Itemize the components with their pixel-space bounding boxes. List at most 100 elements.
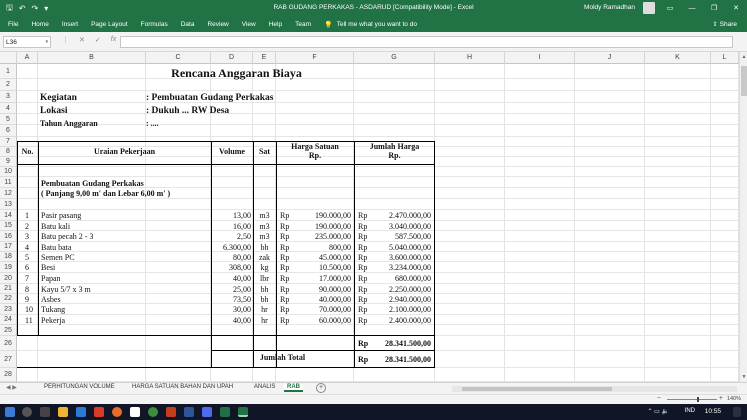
row-header[interactable]: 14 [0, 210, 17, 221]
zoom-slider[interactable] [667, 399, 717, 400]
name-box[interactable]: L36 ▾ [3, 36, 51, 48]
notification-icon[interactable] [733, 407, 741, 417]
row-header[interactable]: 10 [0, 167, 17, 177]
tab-home[interactable]: Home [31, 21, 48, 28]
tell-me-search[interactable]: Tell me what you want to do [337, 21, 417, 28]
tray-icons[interactable]: ⌃ ▭ 🔈 [647, 408, 669, 415]
add-sheet-button[interactable]: + [316, 383, 326, 393]
task-view-icon[interactable] [40, 407, 50, 417]
chevron-down-icon[interactable]: ▾ [45, 37, 48, 48]
enter-icon[interactable]: ✓ [95, 36, 101, 44]
tab-team[interactable]: Team [295, 21, 311, 28]
tab-file[interactable]: File [8, 21, 18, 28]
scroll-up-icon[interactable]: ▲ [740, 54, 747, 60]
column-header-a[interactable]: A [17, 52, 38, 64]
column-header-k[interactable]: K [645, 52, 711, 64]
ribbon-display-icon[interactable]: ▭ [659, 0, 681, 17]
zoom-in-button[interactable]: + [719, 395, 723, 402]
user-name[interactable]: Moldy Ramadhan [584, 4, 635, 11]
column-header-l[interactable]: L [711, 52, 739, 64]
avatar[interactable] [643, 2, 655, 14]
chrome-icon[interactable] [148, 407, 158, 417]
column-header-c[interactable]: C [146, 52, 211, 64]
row-header[interactable]: 17 [0, 242, 17, 252]
firefox-icon[interactable] [112, 407, 122, 417]
column-header-f[interactable]: F [276, 52, 354, 64]
share-button[interactable]: ⇪ Share [712, 20, 737, 28]
row-header[interactable]: 6 [0, 125, 17, 137]
zoom-out-button[interactable]: − [657, 395, 661, 402]
row-header[interactable]: 15 [0, 221, 17, 231]
row-header[interactable]: 16 [0, 231, 17, 242]
row-header[interactable]: 8 [0, 147, 17, 157]
save-icon[interactable]: 🖫 [6, 2, 13, 16]
sheet-nav-icons[interactable]: ◀ ▶ [6, 384, 17, 391]
hscroll-thumb[interactable] [462, 387, 612, 391]
row-header[interactable]: 5 [0, 114, 17, 125]
column-header-g[interactable]: G [354, 52, 435, 64]
zoom-slider-knob[interactable] [697, 397, 699, 402]
edge-icon[interactable] [76, 407, 86, 417]
vertical-scrollbar[interactable]: ▲ ▼ [739, 52, 747, 382]
select-all-corner[interactable] [0, 52, 17, 64]
minimize-button[interactable]: — [681, 0, 703, 17]
excel-active-icon[interactable] [238, 407, 248, 417]
store-icon[interactable] [130, 407, 140, 417]
row-header[interactable]: 21 [0, 284, 17, 294]
tab-formulas[interactable]: Formulas [141, 21, 168, 28]
excel-taskbar-icon[interactable] [220, 407, 230, 417]
scroll-thumb[interactable] [741, 66, 747, 96]
column-header-i[interactable]: I [505, 52, 575, 64]
row-header[interactable]: 24 [0, 315, 17, 325]
tab-page-layout[interactable]: Page Layout [91, 21, 128, 28]
row-header[interactable]: 4 [0, 103, 17, 114]
column-header-e[interactable]: E [253, 52, 276, 64]
row-header[interactable]: 19 [0, 262, 17, 273]
sheet-tab-rab[interactable]: RAB [284, 384, 303, 392]
tab-help[interactable]: Help [269, 21, 282, 28]
tab-view[interactable]: View [242, 21, 256, 28]
row-header[interactable]: 9 [0, 157, 17, 167]
row-header[interactable]: 7 [0, 137, 17, 147]
file-explorer-icon[interactable] [58, 407, 68, 417]
row-header[interactable]: 25 [0, 325, 17, 336]
sheet-tab-analis[interactable]: ANALIS [254, 384, 275, 390]
row-header[interactable]: 20 [0, 273, 17, 284]
restore-button[interactable]: ❐ [703, 0, 725, 17]
row-header[interactable]: 26 [0, 336, 17, 351]
zoom-level[interactable]: 140% [727, 396, 741, 402]
teams-icon[interactable] [202, 407, 212, 417]
column-header-d[interactable]: D [211, 52, 253, 64]
row-header[interactable]: 22 [0, 294, 17, 304]
column-header-h[interactable]: H [435, 52, 505, 64]
office-icon[interactable] [94, 407, 104, 417]
scroll-down-icon[interactable]: ▼ [740, 374, 747, 380]
column-header-b[interactable]: B [38, 52, 146, 64]
customize-quick-access-icon[interactable]: ▾ [44, 4, 48, 13]
formula-input[interactable] [120, 36, 733, 48]
sheet-tab-perhitungan-volume[interactable]: PERHITUNGAN VOLUME [44, 384, 115, 390]
row-header[interactable]: 23 [0, 304, 17, 315]
tab-review[interactable]: Review [207, 21, 228, 28]
row-header[interactable]: 2 [0, 79, 17, 91]
powerpoint-icon[interactable] [166, 407, 176, 417]
row-header[interactable]: 13 [0, 199, 17, 210]
row-header[interactable]: 28 [0, 368, 17, 382]
row-header[interactable]: 3 [0, 91, 17, 103]
undo-icon[interactable]: ↶ [19, 4, 26, 13]
close-button[interactable]: ✕ [725, 0, 747, 17]
word-icon[interactable] [184, 407, 194, 417]
row-header[interactable]: 1 [0, 64, 17, 79]
horizontal-scrollbar[interactable] [452, 386, 737, 392]
row-header[interactable]: 18 [0, 252, 17, 262]
redo-icon[interactable]: ↷ [32, 4, 39, 13]
row-header[interactable]: 11 [0, 177, 17, 188]
tab-insert[interactable]: Insert [62, 21, 78, 28]
search-icon[interactable] [22, 407, 32, 417]
row-header[interactable]: 27 [0, 351, 17, 368]
language-indicator[interactable]: IND [685, 408, 695, 414]
sheet-tab-harga-satuan[interactable]: HARGA SATUAN BAHAN DAN UPAH [132, 384, 233, 390]
clock[interactable]: 10:55 [705, 408, 721, 415]
windows-start-icon[interactable] [5, 407, 15, 417]
column-header-j[interactable]: J [575, 52, 645, 64]
